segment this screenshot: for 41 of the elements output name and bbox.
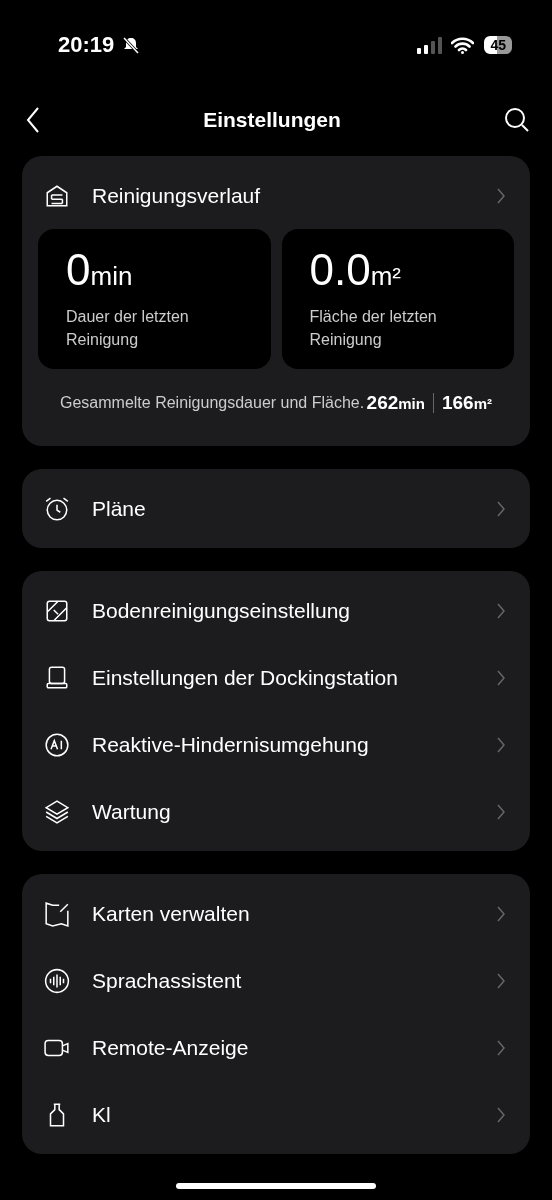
total-time: 262min bbox=[366, 391, 425, 414]
total-caption: Gesammelte Reinigungsdauer und Fläche. bbox=[60, 393, 366, 413]
alarm-clock-icon bbox=[44, 495, 70, 522]
muted-bell-icon bbox=[122, 36, 141, 54]
chevron-icon bbox=[496, 735, 506, 754]
settings-row[interactable]: Wartung bbox=[22, 778, 530, 845]
sound-wave-icon bbox=[44, 967, 70, 994]
back-button[interactable] bbox=[26, 107, 40, 133]
stat-value: 0min bbox=[66, 245, 134, 295]
status-time: 20:19 bbox=[58, 32, 115, 58]
chevron-icon bbox=[496, 971, 506, 990]
settings-row[interactable]: Kl bbox=[22, 1081, 530, 1148]
layers-icon bbox=[44, 798, 70, 825]
stat-caption: Dauer der letzten Reinigung bbox=[66, 307, 190, 350]
settings-row[interactable]: Reaktive-Hindernisumgehung bbox=[22, 711, 530, 778]
chevron-icon bbox=[496, 1105, 506, 1124]
stat-caption: Fläche der letzten Reinigung bbox=[309, 307, 438, 350]
total-area: 166m² bbox=[441, 391, 492, 414]
settings-row[interactable]: Einstellungen der Dockingstation bbox=[22, 644, 530, 711]
map-icon bbox=[44, 900, 70, 927]
chevron-icon bbox=[496, 904, 506, 923]
signal-icon bbox=[417, 36, 444, 54]
settings-row[interactable]: Karten verwalten bbox=[22, 880, 530, 947]
chevron-icon bbox=[496, 601, 506, 620]
chevron-icon bbox=[496, 802, 506, 821]
chevron-icon bbox=[496, 499, 506, 518]
stat-value: 0.0m² bbox=[309, 245, 402, 295]
chevron-icon bbox=[496, 186, 506, 205]
settings-row[interactable]: Reinigungsverlauf bbox=[22, 162, 530, 229]
floor-tiles-icon bbox=[44, 597, 70, 624]
settings-row[interactable]: Bodenreinigungseinstellung bbox=[22, 577, 530, 644]
chevron-icon bbox=[496, 668, 506, 687]
ai-icon bbox=[44, 731, 70, 758]
settings-row[interactable]: Remote-Anzeige bbox=[22, 1014, 530, 1081]
chevron-icon bbox=[496, 1038, 506, 1057]
settings-row[interactable]: Sprachassistent bbox=[22, 947, 530, 1014]
page-title: Einstellungen bbox=[203, 108, 341, 132]
settings-row[interactable]: Pläne bbox=[22, 475, 530, 542]
wifi-icon bbox=[451, 36, 475, 54]
search-button[interactable] bbox=[504, 107, 530, 133]
dock-station-icon bbox=[44, 664, 70, 691]
